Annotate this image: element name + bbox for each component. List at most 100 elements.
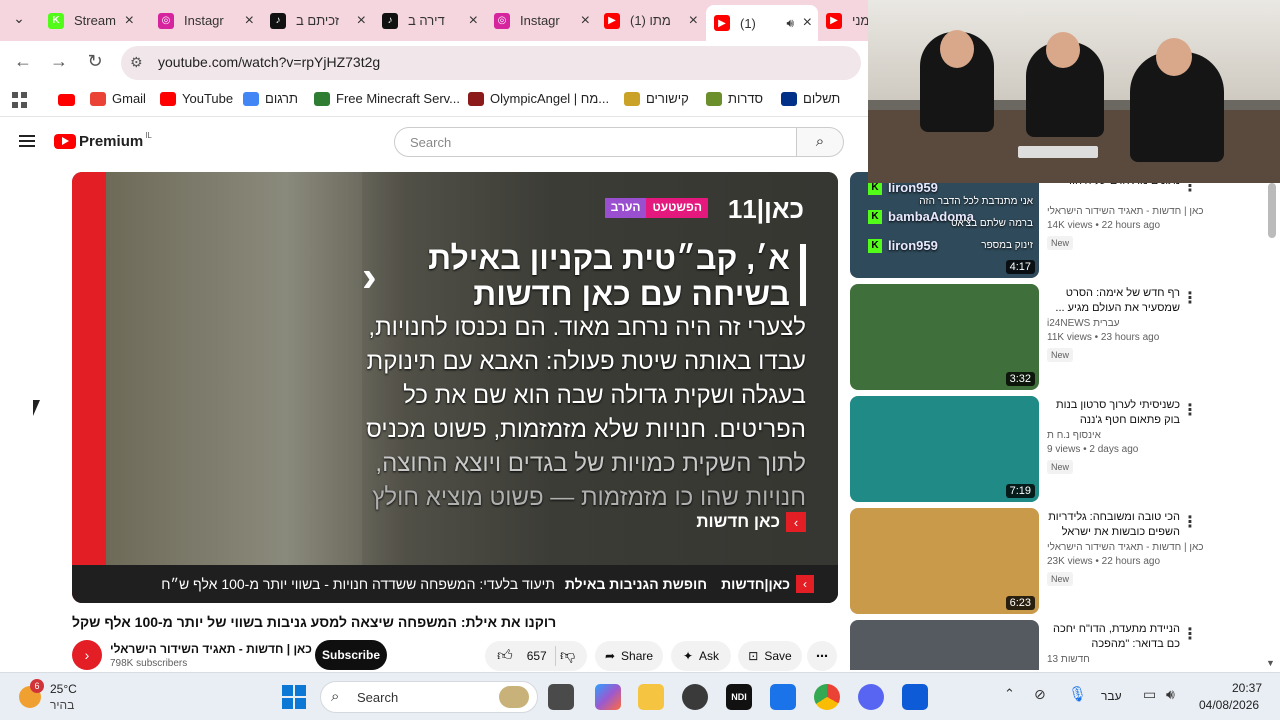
- more-options-icon[interactable]: ⋮: [1182, 400, 1198, 420]
- copilot-icon[interactable]: [595, 684, 621, 710]
- tab-close-icon[interactable]: ×: [469, 12, 478, 30]
- ndi-icon[interactable]: NDI: [726, 684, 752, 710]
- related-video-channel[interactable]: כאן | חדשות - תאגיד השידור הישראלי: [1047, 206, 1203, 217]
- display-icon[interactable]: ▭: [1143, 686, 1156, 703]
- tab-search-button[interactable]: ⌄: [8, 10, 30, 32]
- ask-button[interactable]: ✦ Ask: [671, 641, 731, 671]
- related-video-item[interactable]: 4:17 liron959 KbambaAdoma Kliron959 K אני מתנ…: [850, 172, 1250, 280]
- share-button[interactable]: ➦ Share: [595, 641, 663, 671]
- taskbar-search[interactable]: ⌕ Search: [320, 681, 538, 713]
- related-video-item[interactable]: 3:32 רף חדש של אימה: הסרט שמסעיר את העולם…: [850, 284, 1250, 392]
- video-thumbnail[interactable]: 3:32: [850, 284, 1039, 390]
- related-video-title[interactable]: הניידת מתעדת, הדו"ח יחכה כם בדואר: "מהפכ…: [1045, 622, 1180, 652]
- tab-close-icon[interactable]: ×: [125, 12, 134, 30]
- file-explorer-icon[interactable]: [638, 684, 664, 710]
- related-video-item[interactable]: הניידת מתעדת, הדו"ח יחכה כם בדואר: "מהפכ…: [850, 620, 1250, 670]
- tab-7[interactable]: ▶ (1) × 🔊︎: [706, 5, 818, 41]
- related-video-item[interactable]: 7:19 כשניסיתי לערוך סרטון בנות בוק פתאום …: [850, 396, 1250, 504]
- subscribe-button[interactable]: Subscribe: [315, 640, 387, 670]
- tray-chevron-icon[interactable]: ⌃: [1004, 686, 1015, 702]
- forward-icon[interactable]: →: [47, 51, 71, 72]
- related-video-item[interactable]: 6:23 הכי טובה ומשובחה: גלידריות השפים כוב…: [850, 508, 1250, 616]
- sidebar-scrollbar[interactable]: [1268, 183, 1276, 238]
- obs-icon[interactable]: [682, 684, 708, 710]
- video-thumbnail[interactable]: 7:19: [850, 396, 1039, 502]
- tab-title: מני: [852, 13, 868, 28]
- more-options-icon[interactable]: ⋮: [1182, 624, 1198, 644]
- tab-2[interactable]: ◎ Instagr ×: [150, 6, 260, 35]
- related-video-channel[interactable]: i24NEWS עברית: [1047, 318, 1120, 329]
- video-player[interactable]: כאן|11 הפשטעט הערב א׳, קב״טית בקניון באי…: [72, 172, 838, 603]
- related-video-title[interactable]: רף חדש של אימה: הסרט שמסעיר את העולם מגי…: [1045, 286, 1180, 316]
- bookmark-label: Gmail: [112, 91, 146, 106]
- url-text: youtube.com/watch?v=rpYjHZ73t2g: [158, 54, 381, 70]
- video-thumbnail[interactable]: [850, 620, 1039, 670]
- video-thumbnail[interactable]: 4:17 liron959 KbambaAdoma Kliron959 K אני מתנ…: [850, 172, 1039, 278]
- tab-title: (1) מתו: [630, 13, 671, 28]
- related-video-title[interactable]: הכי טובה ומשובחה: גלידריות השפים כובשות …: [1045, 510, 1180, 540]
- bookmark-item[interactable]: Gmail: [90, 91, 146, 106]
- reload-icon[interactable]: ↻: [83, 51, 107, 72]
- bookmark-item[interactable]: תשלום: [781, 91, 840, 106]
- related-video-channel[interactable]: חדשות 13: [1047, 654, 1090, 665]
- tab-5[interactable]: ◎ Instagr ×: [486, 6, 596, 35]
- thumbs-down-icon[interactable]: 👎︎: [560, 647, 575, 665]
- menu-icon[interactable]: [19, 135, 35, 147]
- scroll-down-icon[interactable]: ▼: [1266, 658, 1275, 668]
- youtube-bookmark-icon[interactable]: [58, 94, 75, 106]
- search-icon: ⌕: [815, 133, 825, 150]
- language-indicator[interactable]: עבר: [1101, 689, 1122, 703]
- tab-close-icon[interactable]: ×: [803, 14, 812, 32]
- video-thumbnail[interactable]: 6:23: [850, 508, 1039, 614]
- bookmark-item[interactable]: OlympicAngel | מח...: [468, 91, 609, 106]
- bookmark-item[interactable]: תרגום: [243, 91, 298, 106]
- teamviewer-icon[interactable]: [902, 684, 928, 710]
- tab-8[interactable]: ▶ מני: [818, 6, 868, 35]
- save-button[interactable]: ⊡ Save: [738, 641, 802, 671]
- apps-icon[interactable]: [12, 92, 28, 108]
- tab-close-icon[interactable]: ×: [245, 12, 254, 30]
- search-button[interactable]: ⌕: [796, 127, 844, 157]
- task-view-icon[interactable]: [548, 684, 574, 710]
- related-video-title[interactable]: כשניסיתי לערוך סרטון בנות בוק פתאום חטף …: [1045, 398, 1180, 428]
- more-options-icon[interactable]: ⋮: [1182, 288, 1198, 308]
- video-duration: 3:32: [1005, 372, 1035, 386]
- tab-3[interactable]: ♪ זכיתם ב ×: [262, 6, 372, 35]
- microphone-icon[interactable]: 🎙︎: [1068, 685, 1087, 703]
- bookmark-item[interactable]: סדרות: [706, 91, 763, 106]
- tab-close-icon[interactable]: ×: [357, 12, 366, 30]
- chrome-icon[interactable]: [814, 684, 840, 710]
- volume-icon[interactable]: 🔊︎: [1166, 686, 1175, 703]
- clock-date[interactable]: 04/08/2026: [1199, 698, 1259, 712]
- related-video-channel[interactable]: כאן | חדשות - תאגיד השידור הישראלי: [1047, 542, 1203, 553]
- bookmark-item[interactable]: קישורים: [624, 91, 689, 106]
- start-button[interactable]: [282, 685, 306, 709]
- tab-6[interactable]: ▶ (1) מתו ×: [596, 6, 704, 35]
- back-icon[interactable]: ←: [11, 51, 35, 72]
- save-label: Save: [764, 649, 792, 663]
- bookmark-item[interactable]: YouTube: [160, 91, 233, 106]
- bookmark-item[interactable]: Free Minecraft Serv...: [314, 91, 460, 106]
- site-info-icon[interactable]: ⚙: [130, 54, 143, 71]
- notepad-icon[interactable]: [770, 684, 796, 710]
- bookmark-favicon-icon: [706, 91, 722, 106]
- channel-avatar[interactable]: ›: [72, 640, 102, 670]
- channel-name[interactable]: כאן | חדשות - תאגיד השידור הישראלי: [110, 642, 312, 656]
- related-video-channel[interactable]: אינסוף נ.ח ת: [1047, 430, 1101, 441]
- more-options-icon[interactable]: ⋮: [1182, 512, 1198, 532]
- tab-close-icon[interactable]: ×: [581, 12, 590, 30]
- youtube-logo[interactable]: Premium IL: [54, 131, 152, 150]
- discord-icon[interactable]: [858, 684, 884, 710]
- tab-1[interactable]: K Stream ×: [40, 6, 140, 35]
- chat-message: ברמה שלתם בצ'אט: [950, 218, 1033, 229]
- more-actions-icon[interactable]: ⋯: [807, 641, 837, 671]
- tab-4[interactable]: ♪ דירה ב ×: [374, 6, 484, 35]
- clock-time[interactable]: 20:37: [1232, 681, 1262, 695]
- tab-close-icon[interactable]: ×: [689, 12, 698, 30]
- next-chevron-icon[interactable]: ›: [362, 252, 377, 302]
- network-off-icon[interactable]: ⊘: [1034, 686, 1046, 703]
- search-input[interactable]: Search: [394, 127, 797, 157]
- tab-audio-icon[interactable]: 🔊︎: [786, 16, 794, 31]
- brand-text: כאן חדשות: [696, 512, 780, 531]
- bookmark-label: OlympicAngel | מח...: [490, 91, 610, 106]
